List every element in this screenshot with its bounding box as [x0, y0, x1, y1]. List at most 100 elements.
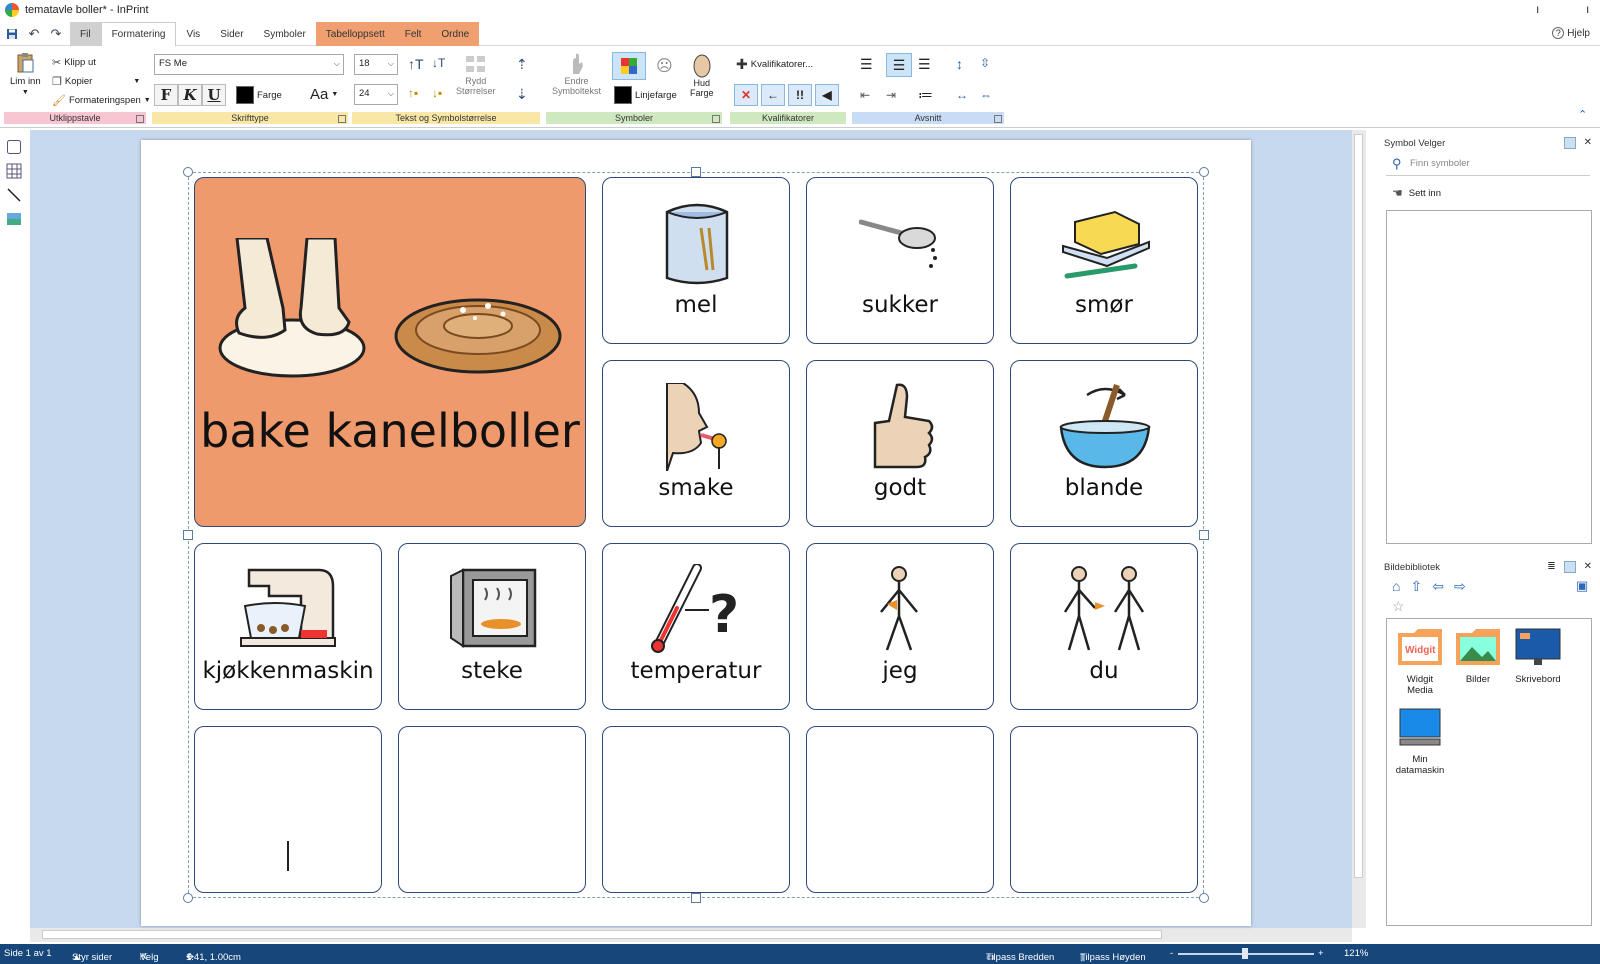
- dialog-launcher-icon[interactable]: [338, 115, 346, 123]
- line-tool-icon[interactable]: [5, 186, 23, 204]
- empty-cell[interactable]: [398, 726, 586, 893]
- folder-bilder[interactable]: Bilder: [1449, 627, 1507, 685]
- decrease-indent-icon[interactable]: ⇤: [860, 88, 870, 102]
- symbol-cell-blande[interactable]: blande: [1010, 360, 1198, 527]
- qualifier-past-button[interactable]: ←: [761, 84, 785, 106]
- qualifiers-button[interactable]: ✚ Kvalifikatorer...: [736, 56, 813, 73]
- zoom-out-button[interactable]: -: [1170, 948, 1173, 959]
- redo-icon[interactable]: ↷: [46, 25, 66, 43]
- symbol-cell-du[interactable]: du: [1010, 543, 1198, 710]
- insert-symbol-button[interactable]: ☚ Sett inn: [1392, 186, 1441, 200]
- home-icon[interactable]: ⌂: [1392, 578, 1400, 595]
- resize-handle[interactable]: [691, 167, 701, 177]
- empty-cell[interactable]: [806, 726, 994, 893]
- grow-symbol-icon[interactable]: ↑▪: [408, 86, 418, 100]
- bullet-list-icon[interactable]: ≔: [918, 86, 933, 104]
- font-family-combo[interactable]: FS Me ⌵: [154, 54, 344, 75]
- increase-indent-icon[interactable]: ⇥: [886, 88, 896, 102]
- symbol-cell-kjokkenmaskin[interactable]: kjøkkenmaskin: [194, 543, 382, 710]
- favorites-star-icon[interactable]: ☆: [1392, 598, 1405, 615]
- shrink-text-icon[interactable]: ↓T: [432, 56, 445, 70]
- folder-skrivebord[interactable]: Skrivebord: [1509, 627, 1567, 685]
- symbol-face-icon[interactable]: ☹: [656, 56, 673, 76]
- line-spacing-up-icon[interactable]: ⇡: [516, 56, 528, 73]
- vertical-spacing-icon[interactable]: ↕: [956, 56, 963, 72]
- symbol-cell-temperatur[interactable]: ? temperatur: [602, 543, 790, 710]
- resize-handle[interactable]: [1199, 167, 1209, 177]
- tab-felt[interactable]: Felt: [394, 22, 432, 46]
- tidy-sizes-button[interactable]: Rydd Størrelser: [456, 54, 496, 96]
- symbol-cell-mel[interactable]: mel: [602, 177, 790, 344]
- back-icon[interactable]: ⇦: [1432, 578, 1444, 595]
- empty-cell[interactable]: [602, 726, 790, 893]
- italic-button[interactable]: K: [178, 84, 202, 106]
- horizontal-scroll-thumb[interactable]: [42, 930, 1162, 939]
- resize-handle[interactable]: [183, 893, 193, 903]
- image-tool-icon[interactable]: [5, 210, 23, 228]
- close-icon[interactable]: ✕: [1584, 561, 1592, 573]
- resize-handle[interactable]: [691, 893, 701, 903]
- add-folder-icon[interactable]: ▣: [1576, 578, 1588, 594]
- help-button[interactable]: ? Hjelp: [1552, 27, 1590, 39]
- tab-ordne[interactable]: Ordne: [431, 22, 480, 46]
- edit-symbol-text-button[interactable]: Endre Symboltekst: [552, 52, 601, 96]
- vertical-compress-icon[interactable]: ⇳: [980, 56, 990, 70]
- resize-handle[interactable]: [1199, 893, 1209, 903]
- qualifier-emphasis-button[interactable]: !!: [788, 84, 812, 106]
- cut-button[interactable]: ✂ Klipp ut: [52, 56, 96, 69]
- symbol-search-input[interactable]: Finn symboler: [1386, 154, 1590, 176]
- tab-vis[interactable]: Vis: [176, 22, 210, 46]
- symbol-cell-smor[interactable]: smør: [1010, 177, 1198, 344]
- dialog-launcher-icon[interactable]: [136, 115, 144, 123]
- tab-sider[interactable]: Sider: [210, 22, 253, 46]
- grow-text-icon[interactable]: ↑T: [408, 56, 424, 72]
- resize-handle[interactable]: [183, 530, 193, 540]
- horizontal-scrollbar[interactable]: [30, 928, 1352, 942]
- zoom-in-button[interactable]: +: [1318, 948, 1324, 959]
- bold-button[interactable]: F: [154, 84, 178, 106]
- folder-widgit-media[interactable]: Widgit Widgit Media: [1391, 627, 1449, 696]
- undo-icon[interactable]: ↶: [24, 25, 44, 43]
- vertical-scrollbar[interactable]: [1352, 130, 1366, 928]
- paste-button[interactable]: Lim inn ▼: [10, 52, 41, 96]
- table-tool-icon[interactable]: [5, 162, 23, 180]
- dialog-launcher-icon[interactable]: [994, 115, 1002, 123]
- dialog-launcher-icon[interactable]: [712, 115, 720, 123]
- symbol-size-combo[interactable]: 24 ⌵: [354, 84, 398, 105]
- symbol-cell-smake[interactable]: smake: [602, 360, 790, 527]
- underline-button[interactable]: U: [202, 84, 226, 106]
- format-painter-button[interactable]: 🖌 Formateringspen ▼: [52, 94, 151, 107]
- horizontal-spacing-icon[interactable]: ↔: [956, 88, 968, 102]
- minimize-button[interactable]: ı: [1536, 2, 1539, 16]
- zoom-slider-thumb[interactable]: [1241, 948, 1248, 959]
- text-size-combo[interactable]: 18 ⌵: [354, 54, 398, 75]
- symbol-cell-godt[interactable]: godt: [806, 360, 994, 527]
- resize-handle[interactable]: [183, 167, 193, 177]
- qualifier-negate-button[interactable]: ✕: [734, 84, 758, 106]
- line-color-button[interactable]: Linjefarge: [614, 86, 677, 104]
- frame-tool-icon[interactable]: [5, 138, 23, 156]
- align-center-icon[interactable]: ☰: [886, 53, 912, 77]
- copy-dropdown-icon[interactable]: ▼: [133, 78, 140, 85]
- symbol-cell-steke[interactable]: steke: [398, 543, 586, 710]
- symbol-cell-sukker[interactable]: sukker: [806, 177, 994, 344]
- symbol-results-list[interactable]: [1386, 210, 1592, 544]
- board-title-cell[interactable]: bake kanelboller: [194, 177, 586, 527]
- list-view-icon[interactable]: ≣: [1547, 561, 1555, 573]
- qualifier-comparative-button[interactable]: ◀: [815, 84, 839, 106]
- forward-icon[interactable]: ⇨: [1454, 578, 1466, 595]
- align-right-icon[interactable]: ☰: [918, 56, 931, 73]
- save-icon[interactable]: [2, 25, 22, 43]
- vertical-scroll-thumb[interactable]: [1354, 134, 1363, 878]
- font-color-button[interactable]: Farge: [236, 86, 282, 104]
- close-icon[interactable]: ✕: [1584, 137, 1592, 149]
- pin-icon[interactable]: [1563, 137, 1576, 149]
- empty-cell[interactable]: [1010, 726, 1198, 893]
- skin-color-button[interactable]: Hud Farge: [690, 54, 714, 98]
- line-spacing-down-icon[interactable]: ⇣: [516, 86, 528, 103]
- collapse-ribbon-icon[interactable]: ⌃: [1578, 108, 1587, 121]
- folder-min-datamaskin[interactable]: Min datamaskin: [1391, 707, 1449, 776]
- copy-button[interactable]: ❐ Kopier ▼: [52, 75, 140, 88]
- horizontal-compress-icon[interactable]: ⇔: [980, 88, 992, 102]
- align-left-icon[interactable]: ☰: [860, 56, 873, 73]
